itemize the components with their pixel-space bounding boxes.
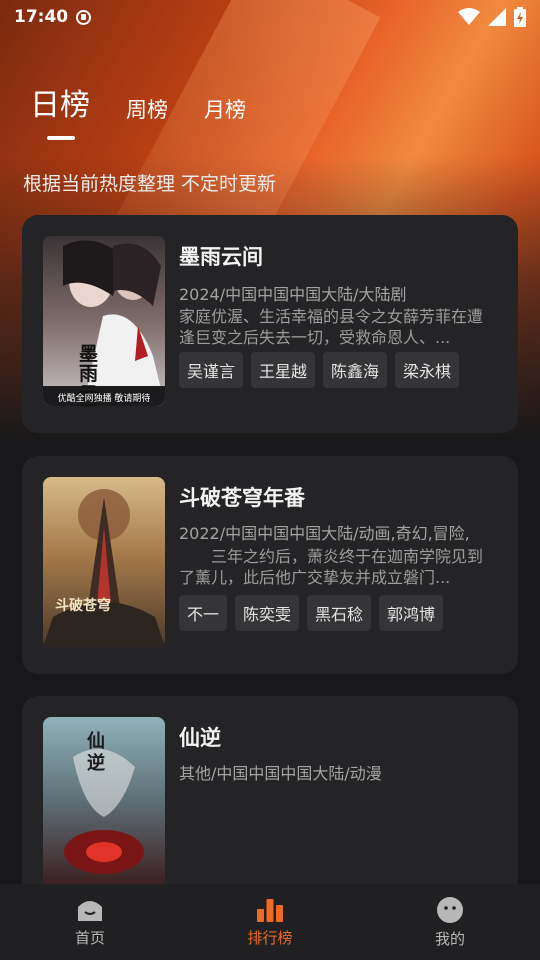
profile-icon — [437, 896, 463, 923]
ranking-icon — [257, 898, 283, 922]
card-description: 三年之约后，萧炎终于在迦南学院见到了薰儿，此后他广交挚友并成立磐门... — [179, 547, 484, 587]
nav-profile[interactable]: 我的 — [360, 884, 540, 960]
cast-chip[interactable]: 郭鸿博 — [379, 595, 444, 631]
card-meta: 其他/中国中国中国大陆/动漫 — [179, 764, 382, 783]
cast-list: 不一 陈奕雯 黑石稔 郭鸿博 — [179, 595, 444, 631]
cast-chip[interactable]: 梁永棋 — [395, 352, 460, 388]
poster-caption: 优酷全网独播 敬请期待 — [57, 394, 151, 404]
cast-chip[interactable]: 陈鑫海 — [323, 352, 388, 388]
cast-chip[interactable]: 陈奕雯 — [235, 595, 300, 631]
ranking-subtitle: 根据当前热度整理 不定时更新 — [23, 173, 277, 195]
cast-chip[interactable]: 不一 — [179, 595, 228, 631]
nav-home[interactable]: 首页 — [0, 884, 180, 960]
status-icons — [458, 7, 526, 27]
poster-image: 仙逆 — [43, 717, 165, 887]
ranking-card[interactable]: 斗破苍穹 斗破苍穹年番 2022/中国中国中国大陆/动画,奇幻,冒险, 三年之约… — [22, 456, 518, 674]
home-icon — [78, 900, 102, 921]
cast-chip[interactable]: 黑石稔 — [307, 595, 372, 631]
card-title: 墨雨云间 — [179, 245, 263, 269]
tab-weekly[interactable]: 周榜 — [126, 94, 168, 124]
card-meta: 2024/中国中国中国大陆/大陆剧 — [179, 285, 407, 304]
card-title: 仙逆 — [179, 726, 221, 750]
status-time: 17:40 — [14, 7, 69, 27]
cast-chip[interactable]: 吴谨言 — [179, 352, 244, 388]
tab-monthly[interactable]: 月榜 — [204, 94, 246, 124]
poster-image: 墨雨云间 优酷全网独播 敬请期待 — [43, 236, 165, 406]
ranking-tabs: 日榜 周榜 月榜 — [30, 80, 282, 140]
cast-chip[interactable]: 王星越 — [251, 352, 316, 388]
poster-title-text: 仙逆 — [87, 731, 105, 774]
nav-home-label: 首页 — [74, 928, 105, 947]
tab-daily[interactable]: 日榜 — [30, 80, 90, 140]
nav-profile-label: 我的 — [434, 929, 465, 948]
signal-icon — [488, 8, 506, 26]
cast-list: 吴谨言 王星越 陈鑫海 梁永棋 — [179, 352, 460, 388]
wifi-icon — [458, 8, 480, 25]
card-meta: 2022/中国中国中国大陆/动画,奇幻,冒险, — [179, 524, 470, 543]
card-description: 家庭优渥、生活幸福的县令之女薛芳菲在遭逢巨变之后失去一切，受救命恩人、... — [179, 307, 484, 347]
ranking-card[interactable]: 墨雨云间 优酷全网独播 敬请期待 墨雨云间 2024/中国中国中国大陆/大陆剧 … — [22, 215, 518, 433]
card-title: 斗破苍穹年番 — [179, 486, 305, 510]
poster-image: 斗破苍穹 — [43, 477, 165, 647]
status-bar: 17:40 — [0, 0, 540, 34]
bottom-navigation: 首页 排行榜 我的 — [0, 884, 540, 960]
nav-ranking[interactable]: 排行榜 — [180, 884, 360, 960]
poster-title-text: 斗破苍穹 — [55, 598, 111, 614]
battery-icon — [514, 7, 526, 27]
nav-ranking-label: 排行榜 — [247, 928, 293, 947]
shield-icon — [76, 9, 92, 25]
